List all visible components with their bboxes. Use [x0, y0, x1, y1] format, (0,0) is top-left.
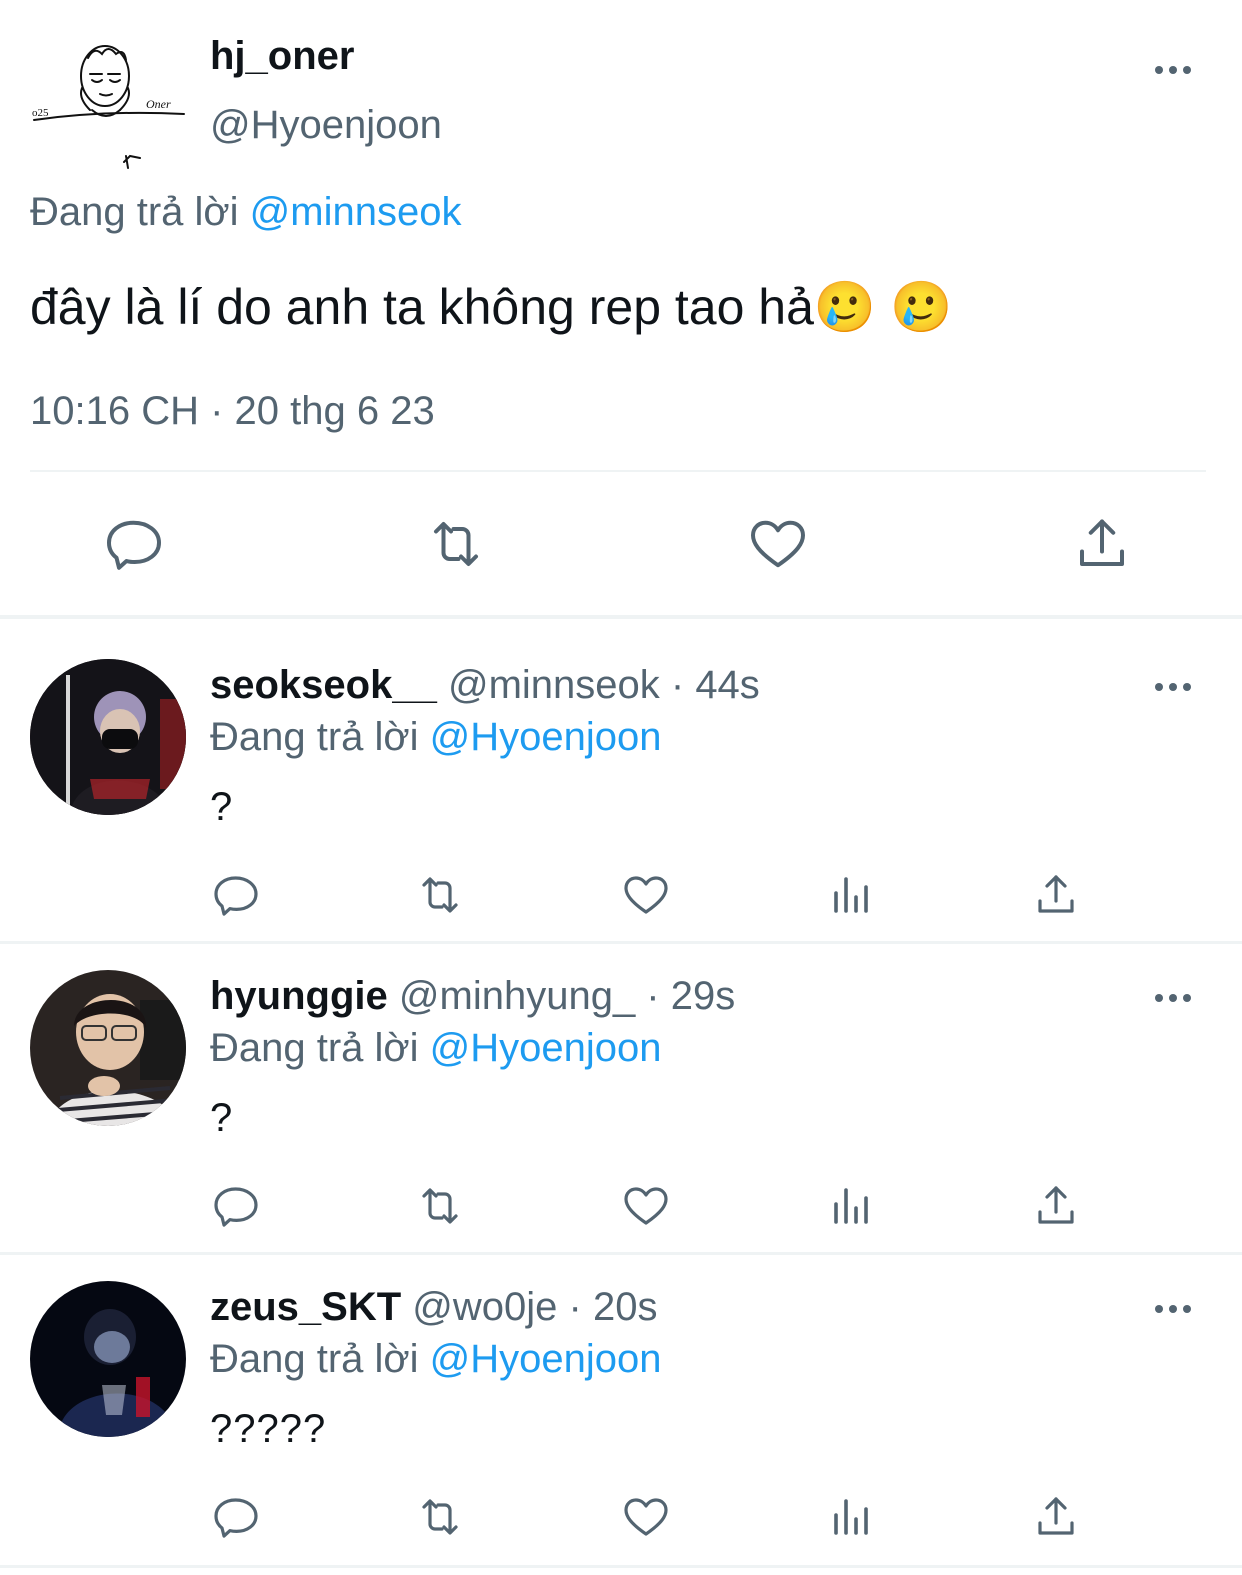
analytics-icon[interactable]: [828, 871, 876, 919]
avatar[interactable]: [30, 970, 186, 1126]
retweet-icon[interactable]: [416, 871, 464, 919]
avatar[interactable]: [30, 1281, 186, 1437]
handle-and-time[interactable]: @minhyung_ · 29s: [399, 974, 735, 1018]
reply-header: zeus_SKT @wo0je · 20s: [210, 1285, 657, 1330]
reply-icon[interactable]: [212, 1182, 260, 1230]
share-icon[interactable]: [1032, 1493, 1080, 1541]
share-icon[interactable]: [1032, 1182, 1080, 1230]
analytics-icon[interactable]: [828, 1493, 876, 1541]
display-name[interactable]: hj_oner: [210, 34, 354, 79]
reply-icon[interactable]: [212, 871, 260, 919]
like-icon[interactable]: [622, 871, 670, 919]
avatar[interactable]: o25 Oner: [30, 30, 190, 180]
reply-tweet[interactable]: seokseok__ @minnseok · 44s Đang trả lời …: [0, 619, 1242, 941]
more-icon[interactable]: [1154, 679, 1192, 695]
reply-prefix: Đang trả lời: [210, 715, 419, 759]
reply-to-link[interactable]: @minnseok: [250, 190, 462, 234]
reply-tweet[interactable]: zeus_SKT @wo0je · 20s Đang trả lời @Hyoe…: [0, 1255, 1242, 1565]
avatar[interactable]: [30, 659, 186, 815]
like-icon[interactable]: [748, 514, 808, 574]
reply-icon[interactable]: [104, 514, 164, 574]
avatar-photo: [30, 970, 186, 1126]
reply-context: Đang trả lời @Hyoenjoon: [210, 715, 662, 760]
handle-and-time[interactable]: @wo0je · 20s: [412, 1285, 657, 1329]
more-icon[interactable]: [1154, 62, 1192, 78]
more-icon[interactable]: [1154, 1301, 1192, 1317]
display-name[interactable]: zeus_SKT: [210, 1285, 401, 1329]
tweet-body: đây là lí do anh ta không rep tao hả: [30, 279, 814, 335]
reply-context: Đang trả lời @Hyoenjoon: [210, 1337, 662, 1382]
reply-tweet[interactable]: hyunggie @minhyung_ · 29s Đang trả lời @…: [0, 944, 1242, 1252]
more-icon[interactable]: [1154, 990, 1192, 1006]
tweet-emojis: 🥲 🥲: [813, 279, 953, 335]
retweet-icon[interactable]: [416, 1182, 464, 1230]
main-tweet: o25 Oner hj_oner @Hyoenjoon Đang trả lời…: [0, 0, 1242, 615]
reply-header: seokseok__ @minnseok · 44s: [210, 663, 760, 708]
reply-header: hyunggie @minhyung_ · 29s: [210, 974, 735, 1019]
share-icon[interactable]: [1032, 871, 1080, 919]
avatar-doodle: o25 Oner: [32, 45, 185, 169]
reply-to-link[interactable]: @Hyoenjoon: [430, 715, 662, 759]
like-icon[interactable]: [622, 1182, 670, 1230]
reply-prefix: Đang trả lời: [30, 190, 239, 234]
like-icon[interactable]: [622, 1493, 670, 1541]
svg-text:o25: o25: [32, 107, 49, 119]
retweet-icon[interactable]: [416, 1493, 464, 1541]
tweet-text: ?????: [210, 1407, 327, 1451]
handle[interactable]: @Hyoenjoon: [210, 103, 442, 148]
reply-context: Đang trả lời @minnseok: [30, 190, 461, 235]
svg-text:Oner: Oner: [146, 97, 171, 111]
section-divider: [0, 1565, 1242, 1568]
reply-to-link[interactable]: @Hyoenjoon: [430, 1026, 662, 1070]
tweet-text: ?: [210, 785, 233, 829]
share-icon[interactable]: [1072, 514, 1132, 574]
reply-prefix: Đang trả lời: [210, 1337, 419, 1381]
avatar-photo: [30, 659, 186, 815]
analytics-icon[interactable]: [828, 1182, 876, 1230]
reply-prefix: Đang trả lời: [210, 1026, 419, 1070]
display-name[interactable]: hyunggie: [210, 974, 388, 1018]
reply-icon[interactable]: [212, 1493, 260, 1541]
display-name[interactable]: seokseok__: [210, 663, 437, 707]
retweet-icon[interactable]: [426, 514, 486, 574]
tweet-text: đây là lí do anh ta không rep tao hả🥲 🥲: [30, 278, 952, 337]
timestamp[interactable]: 10:16 CH · 20 thg 6 23: [30, 389, 435, 434]
divider: [30, 470, 1206, 472]
reply-to-link[interactable]: @Hyoenjoon: [430, 1337, 662, 1381]
avatar-photo: [30, 1281, 186, 1437]
handle-and-time[interactable]: @minnseok · 44s: [448, 663, 760, 707]
reply-context: Đang trả lời @Hyoenjoon: [210, 1026, 662, 1071]
tweet-text: ?: [210, 1096, 233, 1140]
